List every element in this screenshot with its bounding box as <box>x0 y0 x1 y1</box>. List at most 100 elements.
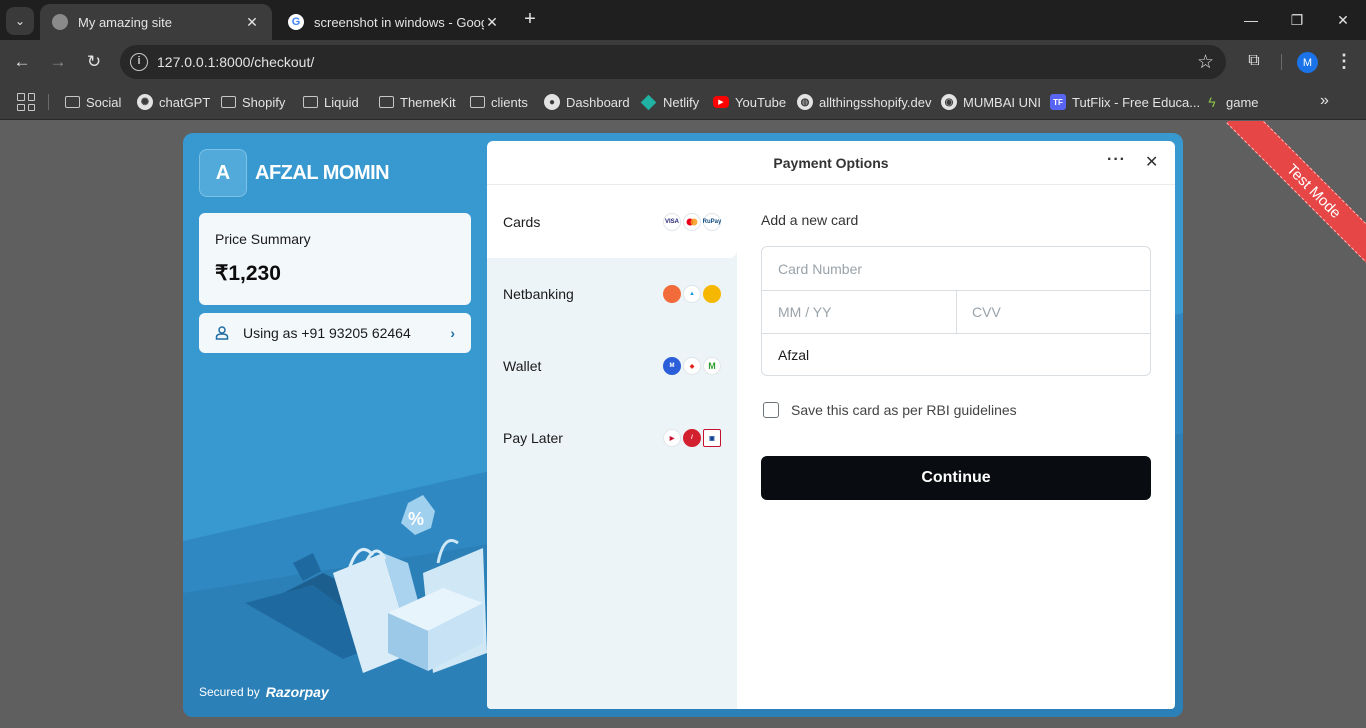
paylater-icon: ▣ <box>703 429 721 447</box>
bookmark-label: game <box>1226 94 1259 110</box>
bookmark-label: Social <box>86 94 122 110</box>
url-text[interactable]: 127.0.0.1:8000/checkout/ <box>157 54 314 70</box>
tutflix-icon: TF <box>1050 94 1066 110</box>
continue-button[interactable]: Continue <box>761 456 1151 500</box>
cardholder-name-input[interactable]: Afzal <box>762 333 1150 376</box>
wallet-icon: ◆ <box>683 357 701 375</box>
save-card-row[interactable]: Save this card as per RBI guidelines <box>761 402 1017 418</box>
profile-avatar[interactable]: M <box>1297 52 1318 73</box>
card-number-input[interactable]: Card Number <box>762 247 1150 290</box>
bookmark-label: YouTube <box>735 94 787 110</box>
restore-button[interactable]: ❐ <box>1274 0 1320 40</box>
site-info-icon[interactable]: i <box>130 53 148 71</box>
user-contact-row[interactable]: Using as +91 93205 62464 › <box>199 313 471 353</box>
bookmark-clients[interactable]: clients <box>470 84 528 120</box>
paylater-icon: ▶ <box>663 429 681 447</box>
address-bar[interactable]: i 127.0.0.1:8000/checkout/ ☆ <box>120 45 1226 79</box>
method-label: Wallet <box>503 358 542 374</box>
minimize-button[interactable]: — <box>1228 0 1274 40</box>
bookmark-mumbai-uni[interactable]: ◉ MUMBAI UNI <box>941 84 1041 120</box>
globe-icon <box>52 14 68 30</box>
close-icon[interactable]: ✕ <box>1145 152 1158 172</box>
more-bookmarks-icon[interactable]: » <box>1320 92 1329 110</box>
browser-toolbar: ← → ↻ i 127.0.0.1:8000/checkout/ ☆ ⧉ M ⋮ <box>0 40 1366 84</box>
bookmark-label: MUMBAI UNI <box>963 94 1041 110</box>
card-fields: Card Number MM / YY CVV Afzal <box>761 246 1151 376</box>
globe-icon: ◍ <box>797 94 813 110</box>
tab-google-search[interactable]: G screenshot in windows - Google ✕ <box>276 4 512 40</box>
tab-search-button[interactable]: ⌄ <box>6 7 34 35</box>
bookmark-youtube[interactable]: ▶ YouTube <box>713 84 786 120</box>
youtube-icon: ▶ <box>713 96 729 108</box>
bank-icon <box>703 285 721 303</box>
bookmark-shopify[interactable]: Shopify <box>221 84 285 120</box>
extensions-icon[interactable]: ⧉ <box>1244 51 1264 71</box>
price-amount: ₹1,230 <box>215 262 281 285</box>
chatgpt-icon: ✺ <box>137 94 153 110</box>
browser-tabstrip: ⌄ My amazing site ✕ G screenshot in wind… <box>0 0 1366 40</box>
paylater-icon: / <box>683 429 701 447</box>
google-icon: G <box>288 14 304 30</box>
forward-button[interactable]: → <box>46 50 70 74</box>
method-netbanking[interactable]: Netbanking ▲ <box>487 258 737 330</box>
razorpay-logo: Razorpay <box>265 684 329 700</box>
bookmark-star-icon[interactable]: ☆ <box>1197 51 1214 74</box>
user-contact-text: Using as +91 93205 62464 <box>243 325 411 341</box>
github-icon: ● <box>544 94 560 110</box>
expiry-input[interactable]: MM / YY <box>762 290 956 333</box>
panel-header: Payment Options ··· ✕ <box>487 141 1175 185</box>
close-tab-icon[interactable]: ✕ <box>484 14 500 31</box>
method-label: Netbanking <box>503 286 574 302</box>
bookmark-game[interactable]: ϟ game <box>1204 84 1259 120</box>
browser-menu-icon[interactable]: ⋮ <box>1334 51 1354 73</box>
mastercard-icon <box>683 213 701 231</box>
method-wallet[interactable]: Wallet M ◆ M <box>487 330 737 402</box>
bookmark-label: Dashboard <box>566 94 630 110</box>
payment-methods-list: Cards VISA RuPay Netbanking ▲ Wallet M ◆… <box>487 186 737 709</box>
tab-title: My amazing site <box>78 14 172 30</box>
bookmark-tutflix[interactable]: TF TutFlix - Free Educa... <box>1050 84 1200 120</box>
folder-icon <box>221 96 236 108</box>
wallet-icon: M <box>663 357 681 375</box>
bookmark-dashboard[interactable]: ● Dashboard <box>544 84 630 120</box>
reload-button[interactable]: ↻ <box>82 50 106 74</box>
test-mode-label: Test Mode <box>1226 121 1366 273</box>
bookmark-liquid[interactable]: Liquid <box>303 84 359 120</box>
bookmark-label: allthingsshopify.dev <box>819 94 932 110</box>
bookmark-label: clients <box>491 94 528 110</box>
chevron-right-icon: › <box>450 325 455 341</box>
bookmark-label: ThemeKit <box>400 94 456 110</box>
secured-by: Secured by Razorpay <box>199 684 329 700</box>
visa-icon: VISA <box>663 213 681 231</box>
toolbar-divider <box>1281 54 1282 70</box>
method-cards[interactable]: Cards VISA RuPay <box>487 186 737 258</box>
bookmark-themekit[interactable]: ThemeKit <box>379 84 456 120</box>
bookmark-social[interactable]: Social <box>65 84 121 120</box>
svg-text:%: % <box>408 509 424 529</box>
bank-icon <box>663 285 681 303</box>
folder-icon <box>379 96 394 108</box>
more-options-icon[interactable]: ··· <box>1107 151 1126 169</box>
price-summary-card: Price Summary ₹1,230 <box>199 213 471 305</box>
close-window-button[interactable]: ✕ <box>1320 0 1366 40</box>
method-label: Cards <box>503 214 541 230</box>
test-mode-ribbon: Test Mode <box>1214 121 1366 273</box>
bookmark-allthingsshopify[interactable]: ◍ allthingsshopify.dev <box>797 84 932 120</box>
bookmark-netlify[interactable]: Netlify <box>640 84 699 120</box>
close-tab-icon[interactable]: ✕ <box>244 14 260 31</box>
university-icon: ◉ <box>941 94 957 110</box>
method-pay-later[interactable]: Pay Later ▶ / ▣ <box>487 402 737 474</box>
new-tab-button[interactable]: + <box>518 8 542 32</box>
price-summary-label: Price Summary <box>215 231 311 247</box>
back-button[interactable]: ← <box>10 50 34 74</box>
bookmark-label: Netlify <box>663 94 700 110</box>
bookmark-chatgpt[interactable]: ✺ chatGPT <box>137 84 210 120</box>
folder-icon <box>470 96 485 108</box>
tab-my-amazing-site[interactable]: My amazing site ✕ <box>40 4 272 40</box>
apps-grid-icon[interactable] <box>17 93 35 111</box>
bookmark-label: Shopify <box>242 94 286 110</box>
method-label: Pay Later <box>503 430 563 446</box>
cvv-input[interactable]: CVV <box>956 290 1150 333</box>
save-card-checkbox[interactable] <box>763 402 779 418</box>
game-icon: ϟ <box>1208 94 1216 110</box>
